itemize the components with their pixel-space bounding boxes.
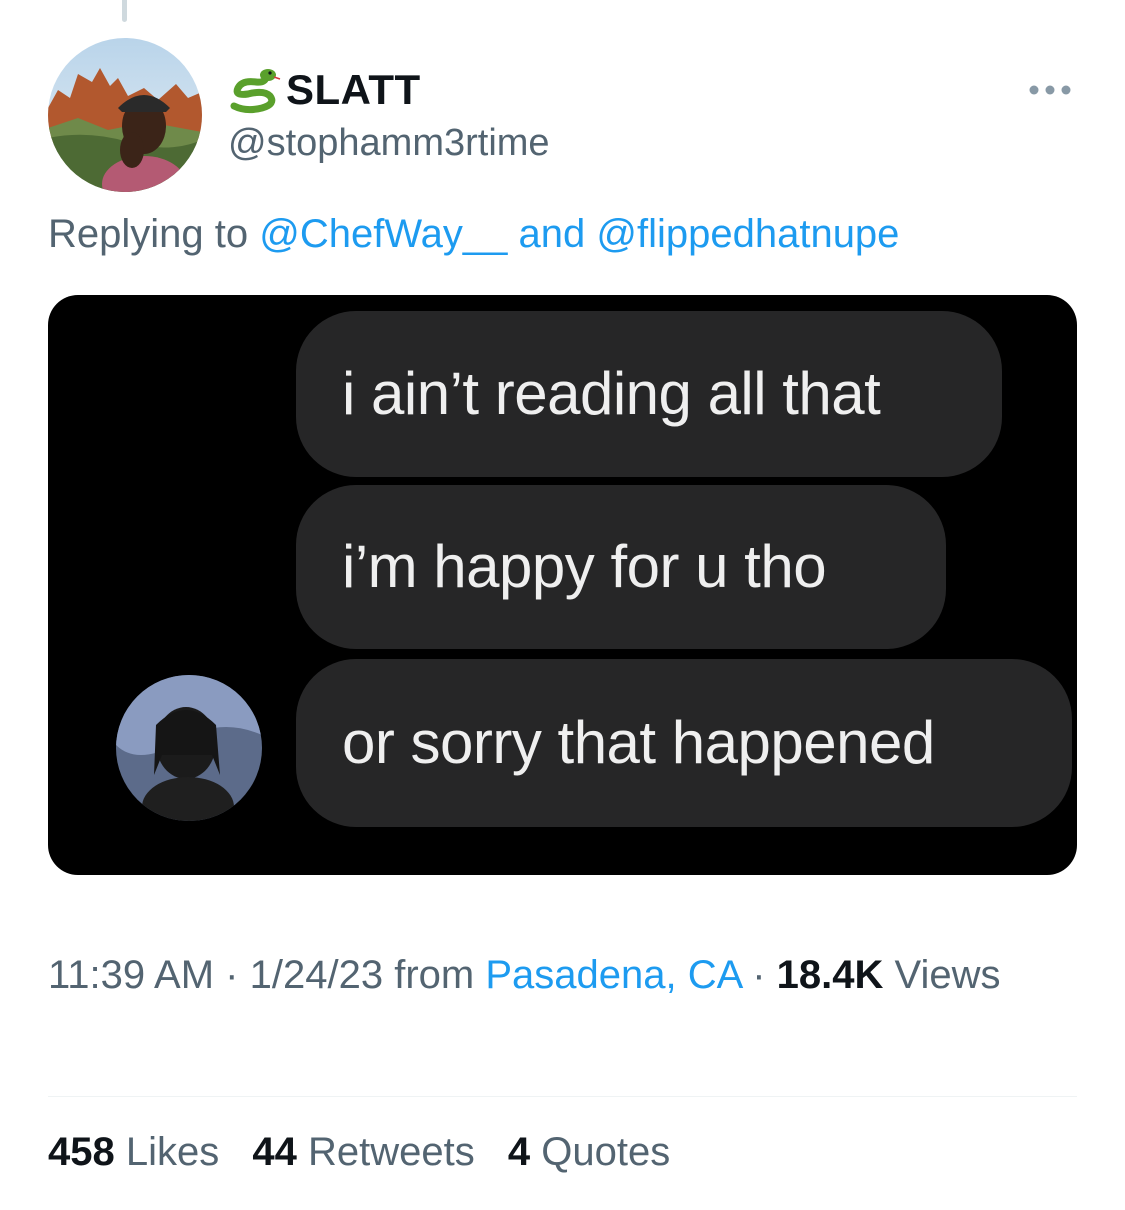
meta-separator: · <box>752 953 766 997</box>
message-bubble: or sorry that happened <box>296 659 1072 827</box>
mention-conjunction[interactable]: and <box>518 212 585 256</box>
divider <box>48 1096 1077 1097</box>
views-count: 18.4K <box>776 953 884 997</box>
quotes-count: 4 <box>507 1130 531 1174</box>
message-text: i’m happy for u tho <box>342 533 827 600</box>
author-handle[interactable]: @stophamm3rtime <box>228 122 550 165</box>
retweets-label: Retweets <box>308 1130 475 1174</box>
tweet-time[interactable]: 11:39 AM <box>48 953 214 997</box>
engagement-stats: 458 Likes 44 Retweets 4 Quotes <box>48 1130 692 1175</box>
quotes-label: Quotes <box>541 1130 671 1174</box>
retweets-count: 44 <box>252 1130 297 1174</box>
likes-label: Likes <box>125 1130 220 1174</box>
author-name-row[interactable]: SLATT <box>226 64 421 116</box>
chat-sender-avatar <box>116 675 262 821</box>
author-avatar[interactable] <box>48 38 202 192</box>
author-display-name: SLATT <box>286 66 421 113</box>
from-label: from <box>394 953 475 997</box>
tweet-date[interactable]: 1/24/23 <box>250 953 383 997</box>
tweet-metadata: 11:39 AM · 1/24/23 from Pasadena, CA · 1… <box>48 945 1048 1005</box>
tweet-media-image[interactable]: i ain’t reading all that i’m happy for u… <box>48 295 1077 875</box>
message-bubble: i ain’t reading all that <box>296 311 1002 477</box>
snake-icon <box>230 69 281 114</box>
meta-separator: · <box>225 953 239 997</box>
message-text: or sorry that happened <box>342 709 935 776</box>
thread-connector-line <box>122 0 127 22</box>
message-text: i ain’t reading all that <box>342 360 881 427</box>
retweets-stat[interactable]: 44 Retweets <box>252 1130 474 1174</box>
likes-count: 458 <box>48 1130 115 1174</box>
more-options-icon[interactable] <box>1026 78 1074 102</box>
quotes-stat[interactable]: 4 Quotes <box>508 1130 670 1174</box>
tweet-location-link[interactable]: Pasadena, CA <box>485 953 741 997</box>
message-bubble: i’m happy for u tho <box>296 485 946 649</box>
mention-link-flippedhatnupe[interactable]: @flippedhatnupe <box>596 212 899 256</box>
likes-stat[interactable]: 458 Likes <box>48 1130 219 1174</box>
chat-avatar-photo <box>116 675 262 821</box>
replying-to-line: Replying to @ChefWay__ and @flippedhatnu… <box>48 212 899 257</box>
replying-prefix: Replying to <box>48 212 249 256</box>
views-label: Views <box>894 953 1001 997</box>
avatar-photo <box>48 38 202 192</box>
mention-link-chefway[interactable]: @ChefWay__ <box>259 212 507 256</box>
